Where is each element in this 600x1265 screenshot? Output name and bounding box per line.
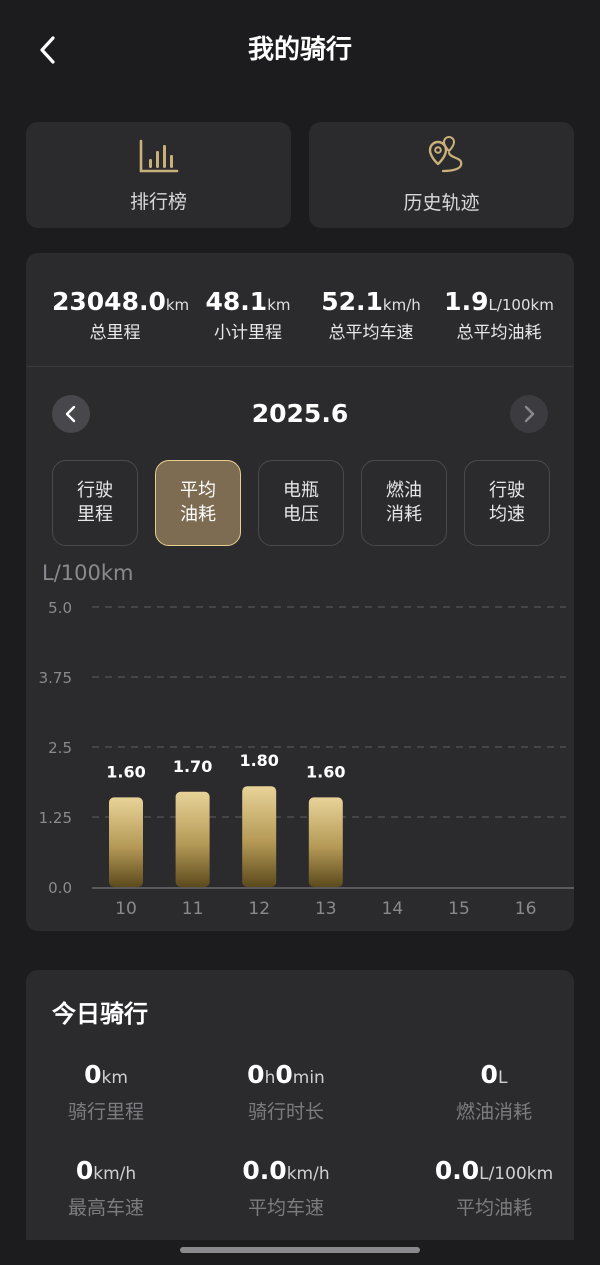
x-tick-label: 10 [115,899,137,919]
y-tick-label: 0.0 [48,879,72,897]
x-tick-label: 14 [382,899,404,919]
today-value-unit: min [292,1068,325,1088]
history-track-label: 历史轨迹 [403,191,480,214]
total-avg-fuel-value: 1.9 [444,287,489,316]
today-duration: 0h0min 骑行时长 [226,1058,346,1125]
leaderboard-button[interactable]: 排行榜 [26,122,291,228]
leaderboard-label: 排行榜 [129,190,187,213]
history-track-button[interactable]: 历史轨迹 [309,122,574,228]
today-caption: 骑行里程 [67,1101,144,1123]
next-month-button[interactable] [510,395,548,433]
bar-value-label: 1.80 [239,751,278,770]
total-avg-speed: 52.1km/h 总平均车速 [316,285,426,344]
today-value-unit: L/100km [479,1164,554,1184]
today-value-number: 0 [84,1060,102,1089]
my-riding-page: 我的骑行 排行榜 历史轨迹 23048.0km 总里程 48.1km 小计里程 … [0,0,600,1265]
total-mileage-unit: km [165,296,190,314]
today-caption: 最高车速 [67,1197,144,1219]
fuel-chart: 0.0 1.25 2.5 3.75 5.0 1.60 10 1.70 11 1.80 12 1.60 1… [39,599,574,919]
tab-mileage[interactable]: 行驶 里程 [52,460,138,546]
today-avg-speed: 0.0km/h 平均车速 [226,1154,346,1221]
totals-summary: 23048.0km 总里程 48.1km 小计里程 52.1km/h 总平均车速… [26,253,574,367]
total-mileage-value: 23048.0 [52,287,166,316]
x-tick-label: 13 [315,899,337,919]
total-avg-speed-value: 52.1 [321,287,383,316]
today-value-number: 0 [275,1060,293,1089]
today-value-number: 0.0 [242,1156,287,1185]
today-value-unit: km/h [286,1164,330,1184]
tab-battery-voltage[interactable]: 电瓶 电压 [258,460,344,546]
today-caption: 燃油消耗 [455,1101,532,1123]
trip-mileage-value: 48.1 [205,287,268,316]
chart-bar[interactable] [242,786,277,887]
x-tick-label: 12 [248,899,270,919]
x-tick-label: 16 [515,899,537,919]
tab-avg-speed[interactable]: 行驶 均速 [464,460,550,546]
today-value-unit: h [264,1068,276,1088]
today-caption: 骑行时长 [247,1101,324,1123]
chart-bar[interactable] [175,791,210,887]
total-avg-speed-caption: 总平均车速 [328,323,414,343]
today-value-unit: km/h [93,1164,137,1184]
today-fuel-used: 0L 燃油消耗 [426,1058,562,1125]
chart-bar[interactable] [308,797,343,887]
metric-tabs: 行驶 里程 平均 油耗 电瓶 电压 燃油 消耗 行驶 均速 [52,460,550,546]
today-value-unit: L [497,1068,508,1088]
today-avg-fuel: 0.0L/100km 平均油耗 [426,1154,562,1221]
total-avg-speed-unit: km/h [382,296,421,314]
today-title: 今日骑行 [52,1000,148,1028]
today-value-number: 0 [247,1060,265,1089]
route-pin-icon [428,135,462,172]
x-tick-label: 11 [182,899,204,919]
y-tick-label: 3.75 [39,669,72,687]
tab-avg-fuel[interactable]: 平均 油耗 [155,460,241,546]
bar-value-label: 1.70 [173,757,212,776]
chart-unit-label: L/100km [42,561,134,585]
x-tick-label: 15 [448,899,470,919]
bar-value-label: 1.60 [306,762,345,781]
total-avg-fuel-caption: 总平均油耗 [456,323,542,343]
total-avg-fuel-unit: L/100km [488,296,554,314]
trip-mileage-unit: km [267,296,291,314]
today-value-number: 0 [75,1156,94,1185]
y-tick-label: 2.5 [48,739,72,757]
tab-fuel-consumption[interactable]: 燃油 消耗 [361,460,447,546]
statistics-panel: 23048.0km 总里程 48.1km 小计里程 52.1km/h 总平均车速… [26,253,574,931]
quick-actions: 排行榜 历史轨迹 [26,122,574,228]
today-riding-panel: 今日骑行 0km 骑行里程 0h0min 骑行时长 0L 燃油消耗 0km/h 最高车速 0.0… [26,970,574,1240]
chevron-right-icon [524,405,535,423]
today-value-number: 0.0 [434,1156,480,1185]
period-label: 2025.6 [251,399,349,428]
period-selector: 2025.6 [26,393,574,435]
total-mileage-caption: 总里程 [89,323,141,343]
y-tick-label: 5.0 [48,599,72,617]
trip-mileage: 48.1km 小计里程 [200,285,296,344]
today-max-speed: 0km/h 最高车速 [52,1154,160,1221]
total-avg-fuel: 1.9L/100km 总平均油耗 [444,285,554,344]
page-title: 我的骑行 [247,35,352,65]
bar-value-label: 1.60 [106,762,145,781]
y-tick-label: 1.25 [39,809,72,827]
home-indicator[interactable] [180,1247,420,1253]
today-caption: 平均车速 [247,1197,324,1219]
today-value-number: 0 [480,1060,498,1089]
bar-chart-icon [139,139,178,172]
header: 我的骑行 [0,0,600,100]
today-value-unit: km [101,1068,128,1088]
today-caption: 平均油耗 [455,1197,532,1219]
total-mileage: 23048.0km 总里程 [52,285,189,344]
today-mileage: 0km 骑行里程 [52,1058,160,1125]
trip-mileage-caption: 小计里程 [214,323,282,343]
chart-bar[interactable] [109,797,143,887]
